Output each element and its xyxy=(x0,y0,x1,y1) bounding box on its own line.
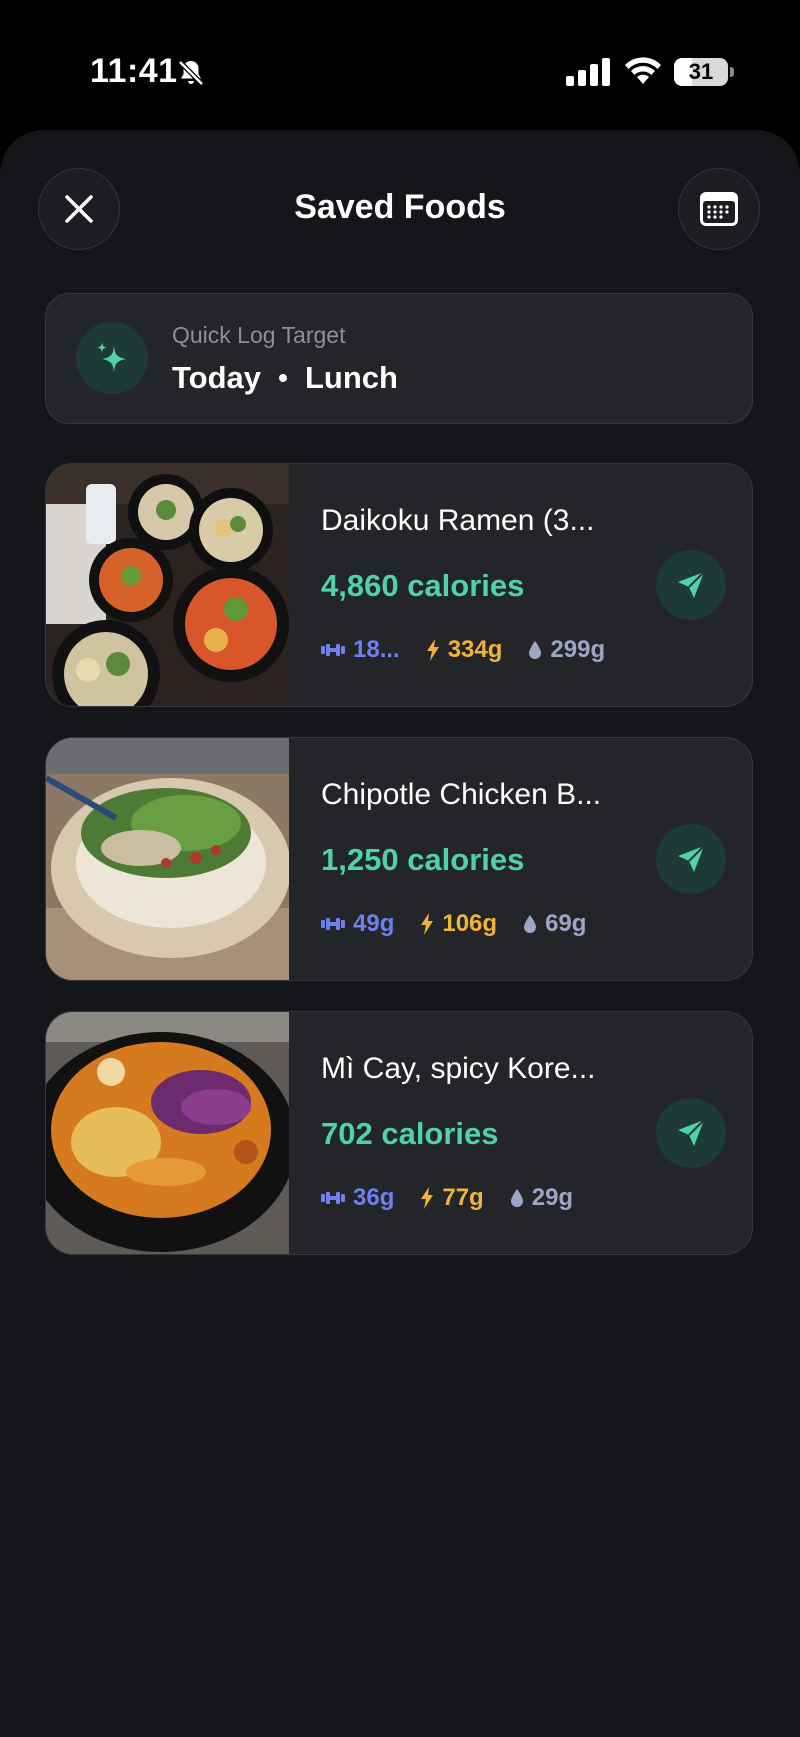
wifi-icon xyxy=(625,57,661,84)
fat-macro: 299g xyxy=(528,636,605,664)
quick-log-meal: Lunch xyxy=(305,360,398,395)
fat-macro: 69g xyxy=(523,910,586,938)
protein-macro: 18... xyxy=(321,636,400,664)
quick-log-button[interactable] xyxy=(656,550,726,620)
food-photo xyxy=(46,464,289,706)
fat-value: 29g xyxy=(531,1184,574,1211)
quick-log-target-card[interactable]: Quick Log Target Today Lunch xyxy=(45,293,753,424)
fat-value: 69g xyxy=(545,910,587,937)
macros-row: 49g 106g 69g xyxy=(321,910,612,938)
protein-value: 36g xyxy=(353,1184,395,1211)
food-card[interactable]: Mì Cay, spicy Kore... 702 calories 36g 7… xyxy=(45,1011,753,1255)
droplet-icon xyxy=(510,1189,523,1207)
macros-row: 18... 334g 299g xyxy=(321,636,631,664)
send-icon xyxy=(678,571,705,598)
battery-percentage: 31 xyxy=(688,59,714,84)
food-card[interactable]: Daikoku Ramen (3... 4,860 calories 18...… xyxy=(45,463,753,707)
dumbbell-icon xyxy=(321,644,345,656)
carbs-macro: 106g xyxy=(420,910,497,938)
macros-row: 36g 77g 29g xyxy=(321,1184,599,1212)
food-name: Chipotle Chicken B... xyxy=(321,778,602,811)
battery-icon: 31 xyxy=(674,58,734,88)
dumbbell-icon xyxy=(321,1192,345,1204)
food-name: Mì Cay, spicy Kore... xyxy=(321,1052,596,1085)
saved-foods-sheet: Saved Foods Quick Log Target Today Lunch xyxy=(0,130,800,1737)
protein-value: 18... xyxy=(353,636,400,663)
quick-log-day: Today xyxy=(172,360,261,395)
quick-log-target: Today Lunch xyxy=(172,360,398,396)
food-calories: 1,250 calories xyxy=(321,842,525,877)
sparkles-icon xyxy=(76,322,148,394)
food-photo xyxy=(46,738,289,980)
quick-log-label: Quick Log Target xyxy=(172,322,346,348)
food-name: Daikoku Ramen (3... xyxy=(321,504,595,537)
carbs-value: 334g xyxy=(447,636,503,663)
droplet-icon xyxy=(524,915,537,933)
carbs-value: 106g xyxy=(442,910,498,937)
lightning-icon xyxy=(426,639,439,661)
silent-bell-icon xyxy=(178,60,204,86)
lightning-icon xyxy=(421,1187,434,1209)
food-calories: 702 calories xyxy=(321,1116,499,1151)
separator-dot xyxy=(279,374,287,382)
send-icon xyxy=(678,845,705,872)
fat-value: 299g xyxy=(550,636,606,663)
protein-macro: 36g xyxy=(321,1184,394,1212)
food-photo xyxy=(46,1012,289,1254)
carbs-macro: 77g xyxy=(420,1184,484,1212)
status-time: 11:41 xyxy=(90,52,178,90)
status-bar: 11:41 31 xyxy=(0,0,800,130)
calendar-button[interactable] xyxy=(678,168,760,250)
send-icon xyxy=(678,1119,705,1146)
calendar-icon xyxy=(700,192,738,226)
food-card[interactable]: Chipotle Chicken B... 1,250 calories 49g… xyxy=(45,737,753,981)
carbs-macro: 334g xyxy=(426,636,503,664)
carbs-value: 77g xyxy=(442,1184,484,1211)
quick-log-button[interactable] xyxy=(656,824,726,894)
protein-value: 49g xyxy=(353,910,395,937)
droplet-icon xyxy=(529,641,542,659)
fat-macro: 29g xyxy=(510,1184,573,1212)
protein-macro: 49g xyxy=(321,910,394,938)
dumbbell-icon xyxy=(321,918,345,930)
food-calories: 4,860 calories xyxy=(321,568,525,603)
quick-log-button[interactable] xyxy=(656,1098,726,1168)
lightning-icon xyxy=(421,913,434,935)
cellular-signal-icon xyxy=(566,58,610,86)
